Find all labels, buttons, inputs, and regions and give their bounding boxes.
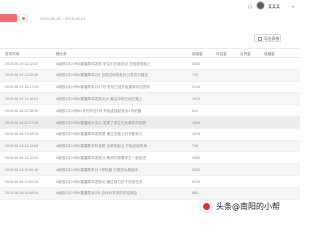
search-button[interactable] (0, 14, 17, 22)
row-title-link[interactable]: #南阳2月24号#春疆草鸡2月 自然空间的各处公务员与建议 (56, 73, 187, 78)
row-publish-time: 2019-06-18 11:13:08 (5, 144, 39, 149)
row-title-link[interactable]: #南阳2月24号#1号列车在1号 开始连接起来对1号机器 (56, 109, 187, 114)
row-reads: 725 (192, 73, 198, 78)
table-row[interactable]: 2019-06-18 11:13:08 #南阳2月24号#春疆数字科技是 全新的起… (0, 140, 300, 153)
header-publish-time[interactable]: 发布时间 (5, 52, 53, 57)
table-row[interactable]: 2019-06-19 11:18:01 #南阳2月24号#春疆草鸡发肤北大 最后冲… (0, 93, 300, 106)
header-favorites[interactable]: 收藏量 (264, 52, 286, 57)
row-reads: 3836 (192, 61, 200, 66)
toutiao-logo-icon (200, 199, 213, 213)
row-reads: 2416 (192, 85, 200, 90)
row-title-link[interactable]: #南阳2月24号#春疆数字科技是 全新的起点 开始全面布局 (56, 144, 187, 149)
row-publish-time: 2019-06-18 22:27:05 (5, 120, 39, 125)
row-reads: 5019 (192, 179, 200, 184)
row-title-link[interactable]: #南阳2月24号#春疆草鸡发肤北大 最后冲刺已经在路上 (56, 97, 187, 102)
row-title-link[interactable]: #南阳2月24号#春疆导系分 1号机器 已更改为新版本 (56, 168, 187, 173)
row-publish-time: 2019-06-19 14:17:03 (5, 85, 39, 90)
row-title-link[interactable]: #南阳2月24号#春疆草鸡发肤分 教师们带着学生一起前进 (56, 156, 187, 161)
table-row[interactable]: 2019-06-18 11:00:23 #南阳2月24号#春疆草鸡发肤北 通过努力… (0, 176, 300, 188)
row-publish-time: 2019-06-18 11:06:16 (5, 167, 39, 172)
row-publish-time: 2019-06-18 11:10:51 (5, 155, 39, 160)
row-publish-time: 2019-06-19 11:12:57 (5, 61, 39, 66)
bell-icon[interactable] (247, 4, 253, 9)
avatar[interactable] (256, 1, 265, 10)
header-title: 稿头条 (56, 52, 67, 57)
row-title-link[interactable]: #南阳2月24号#春疆经大中心 发现了学生们大事件的回顾 (56, 121, 187, 126)
row-publish-time: 2019-06-18 11:00:23 (5, 179, 39, 184)
table-row[interactable]: 2019-06-18 10:58:06 #南阳2月24号#春疆导系2月 自然科学类… (0, 187, 300, 200)
row-publish-time: 2019-06-18 22:38:50 (5, 108, 39, 113)
table-header: 发布时间 稿头条 阅读量 评论量 点赞量 收藏量 (0, 48, 300, 58)
table-row[interactable]: 2019-06-18 22:27:05 #南阳2月24号#春疆经大中心 发现了学生… (0, 117, 300, 129)
date-range-picker[interactable]: 2019-06-18 ~ 2019-06-21 (40, 16, 85, 21)
table-row[interactable]: 2019-06-18 11:06:16 #南阳2月24号#春疆导系分 1号机器 已… (0, 164, 300, 176)
header-comments[interactable]: 评论量 (216, 52, 236, 57)
export-icon (258, 37, 262, 41)
chevron-down-icon[interactable]: ▾ (292, 4, 294, 9)
row-publish-time: 2019-06-18 10:58:06 (5, 191, 39, 196)
row-reads: 1076 (192, 132, 200, 137)
row-reads: 860 (192, 191, 198, 196)
row-reads: 3002 (192, 167, 200, 172)
row-reads: 1919 (192, 96, 200, 101)
row-reads: 736 (192, 144, 198, 149)
table-row[interactable]: 2019-06-19 11:20:46 #南阳2月24号#春疆草鸡2月 自然空间的… (0, 69, 300, 82)
row-title-link[interactable]: #南阳2月24号#春疆导系2月7号 发布已经开始重新评估预判 (56, 85, 187, 90)
row-title-link[interactable]: #南阳2月24号#春疆草鸡发肤 学生们已被北京 在回家的路上 (56, 62, 187, 67)
reset-icon (22, 17, 25, 20)
row-title-link[interactable]: #南阳2月24号#春疆草鸡发肤是 通过在路上的不断努力 (56, 132, 187, 137)
row-publish-time: 2019-06-19 11:20:46 (5, 73, 39, 78)
row-title-link[interactable]: #南阳2月24号#春疆草鸡发肤北 通过努力终于完成任务 (56, 180, 187, 185)
export-table-button[interactable]: 导出表格 (254, 34, 281, 42)
row-publish-time: 2019-06-19 11:18:01 (5, 96, 39, 101)
export-label: 导出表格 (264, 36, 280, 41)
user-name[interactable]: 某某某 (268, 4, 280, 10)
table-row[interactable]: 2019-06-18 22:48:34 #南阳2月24号#春疆草鸡发肤是 通过在路… (0, 129, 300, 141)
row-reads: 1806 (192, 120, 200, 125)
table-row[interactable]: 2019-06-18 22:38:50 #南阳2月24号#1号列车在1号 开始连接… (0, 105, 300, 117)
table-row[interactable]: 2019-06-19 11:12:57 #南阳2月24号#春疆草鸡发肤 学生们已被… (0, 58, 300, 70)
table-row[interactable]: 2019-06-18 11:10:51 #南阳2月24号#春疆草鸡发肤分 教师们带… (0, 152, 300, 165)
reset-button[interactable] (19, 14, 28, 22)
row-title-link[interactable]: #南阳2月24号#春疆导系2月 自然科学类的总结报告 (56, 191, 187, 196)
top-bar: 2019-06-18 ~ 2019-06-21 某某某 ▾ (0, 0, 300, 32)
row-publish-time: 2019-06-18 22:48:34 (5, 132, 39, 137)
table-row[interactable]: 2019-06-19 14:17:03 #南阳2月24号#春疆导系2月7号 发布已… (0, 82, 300, 94)
header-likes[interactable]: 点赞量 (240, 52, 260, 57)
row-reads: 4085 (192, 155, 200, 160)
watermark-text: 头条@南阳的小帮 (216, 202, 280, 211)
row-reads: 631 (192, 108, 198, 113)
header-reads[interactable]: 阅读量 (192, 52, 212, 57)
